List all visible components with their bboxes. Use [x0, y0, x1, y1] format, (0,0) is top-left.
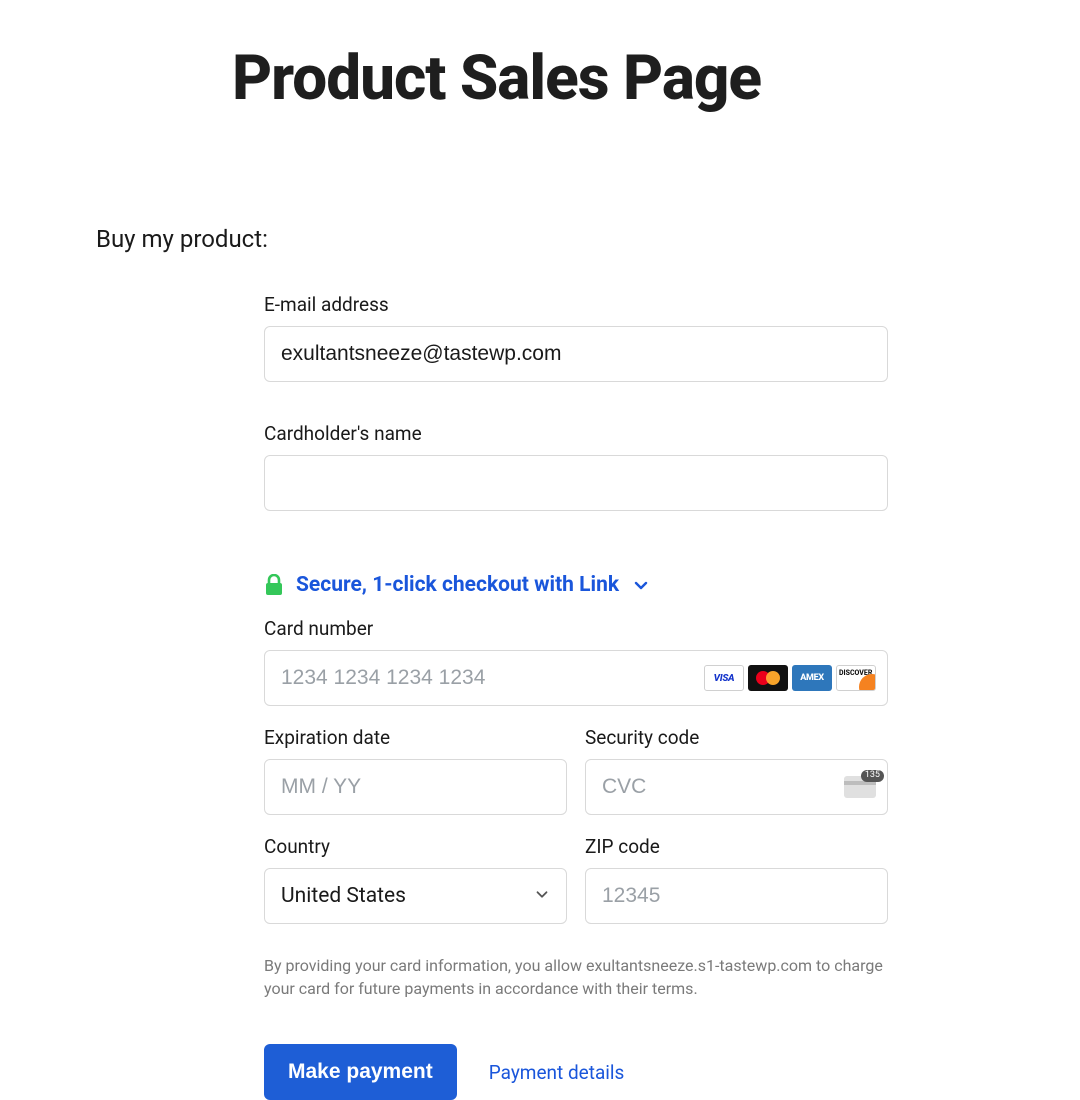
discover-icon: DISCOVER	[836, 665, 876, 691]
expiration-input[interactable]	[264, 759, 567, 815]
disclaimer-text: By providing your card information, you …	[264, 954, 888, 1000]
card-number-group: Card number VISA AMEX DISCOVER	[264, 617, 888, 706]
page-title: Product Sales Page	[0, 0, 1080, 115]
country-label: Country	[264, 835, 567, 858]
email-input[interactable]	[264, 326, 888, 382]
chevron-down-icon	[533, 885, 551, 907]
cvc-card-icon: 135	[844, 776, 876, 798]
cardholder-input[interactable]	[264, 455, 888, 511]
cvc-label: Security code	[585, 726, 888, 749]
amex-icon: AMEX	[792, 665, 832, 691]
secure-link-row[interactable]: Secure, 1-click checkout with Link	[264, 573, 888, 597]
expiration-group: Expiration date	[264, 706, 567, 815]
zip-group: ZIP code	[585, 815, 888, 924]
zip-label: ZIP code	[585, 835, 888, 858]
actions-row: Make payment Payment details	[264, 1044, 888, 1100]
chevron-down-icon	[631, 575, 651, 595]
payment-form: E-mail address Cardholder's name Secure,…	[264, 293, 888, 1100]
cardholder-field-group: Cardholder's name	[264, 422, 888, 511]
cardholder-label: Cardholder's name	[264, 422, 888, 445]
cvc-group: Security code 135	[585, 706, 888, 815]
payment-details-link[interactable]: Payment details	[489, 1061, 625, 1084]
expiration-label: Expiration date	[264, 726, 567, 749]
email-label: E-mail address	[264, 293, 888, 316]
card-brand-icons: VISA AMEX DISCOVER	[704, 665, 876, 691]
card-number-label: Card number	[264, 617, 888, 640]
cvc-input[interactable]	[585, 759, 888, 815]
email-field-group: E-mail address	[264, 293, 888, 382]
country-select[interactable]: United States	[264, 868, 567, 924]
visa-icon: VISA	[704, 665, 744, 691]
secure-link-text: Secure, 1-click checkout with Link	[296, 573, 619, 597]
lock-icon	[264, 573, 284, 597]
make-payment-button[interactable]: Make payment	[264, 1044, 457, 1100]
country-group: Country United States	[264, 815, 567, 924]
mastercard-icon	[748, 665, 788, 691]
cvc-badge: 135	[861, 770, 884, 782]
zip-input[interactable]	[585, 868, 888, 924]
intro-text: Buy my product:	[96, 225, 1080, 253]
